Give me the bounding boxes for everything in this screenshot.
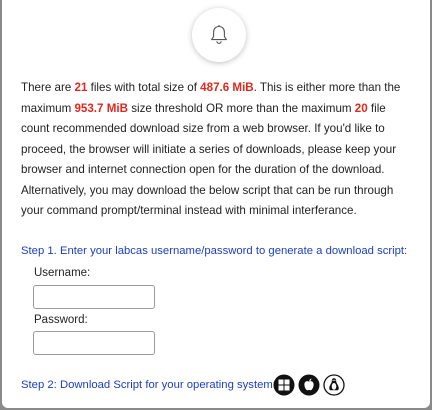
- username-input[interactable]: [33, 285, 155, 309]
- message-text: file count recommended download size fro…: [21, 101, 397, 218]
- password-label: Password:: [34, 314, 88, 326]
- username-label: Username:: [34, 267, 91, 279]
- notification-badge: [192, 8, 246, 62]
- bell-icon: [211, 25, 227, 44]
- apple-icon[interactable]: [298, 374, 320, 396]
- file-count: 21: [74, 81, 88, 94]
- download-warning-message: There are 21 files with total size of 48…: [21, 78, 417, 222]
- total-size: 487.6 MiB: [200, 81, 254, 94]
- step1-instruction: Step 1. Enter your labcas username/passw…: [21, 245, 408, 257]
- password-input[interactable]: [33, 331, 155, 355]
- message-text: There are: [21, 81, 75, 94]
- download-warning-dialog: There are 21 files with total size of 48…: [2, 0, 430, 408]
- message-text: files with total size of: [87, 81, 201, 94]
- count-threshold: 20: [354, 101, 368, 115]
- step2-instruction: Step 2: Download Script for your operati…: [21, 379, 276, 391]
- linux-icon[interactable]: [323, 374, 345, 396]
- message-text: size threshold OR more than the maximum: [127, 101, 355, 115]
- size-threshold: 953.7 MiB: [74, 101, 128, 115]
- windows-icon[interactable]: [273, 374, 295, 396]
